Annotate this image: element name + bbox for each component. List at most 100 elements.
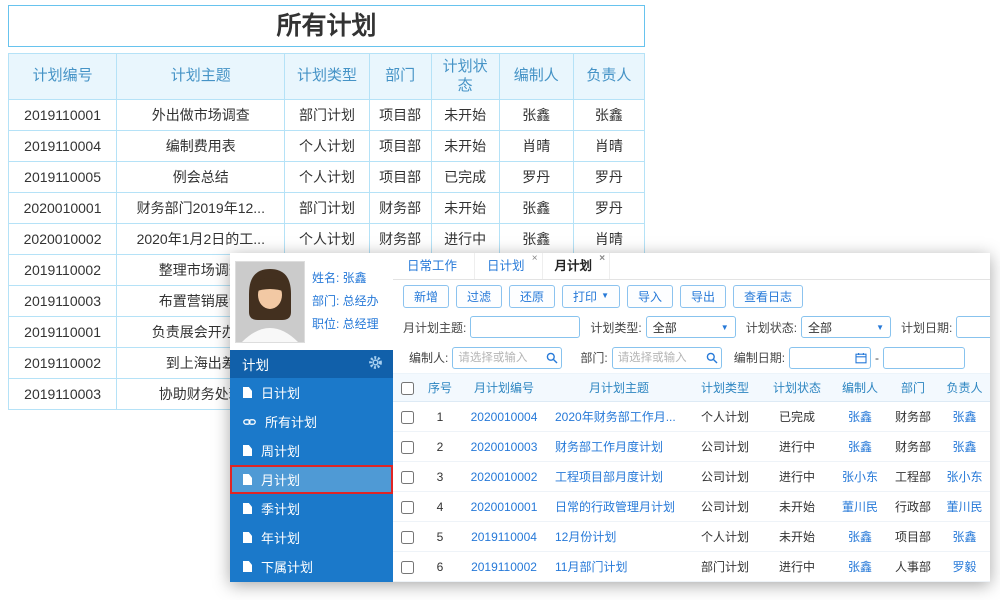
gear-icon[interactable] xyxy=(368,355,383,373)
sidebar-item-quarterly-plan[interactable]: 季计划 xyxy=(230,494,393,523)
plan-id-link[interactable]: 2019110004 xyxy=(471,530,537,544)
restore-button[interactable]: 还原 xyxy=(509,284,556,308)
search-icon[interactable] xyxy=(706,352,718,364)
owner-link[interactable]: 董川民 xyxy=(946,500,982,514)
row-checkbox[interactable] xyxy=(400,470,414,484)
plan-date-input[interactable] xyxy=(956,316,990,338)
owner-link[interactable]: 张鑫 xyxy=(952,440,976,454)
table-cell: 张鑫 xyxy=(498,192,574,224)
plan-id-link[interactable]: 2020010003 xyxy=(471,440,538,454)
table-cell: 2019110003 xyxy=(7,285,118,317)
owner-link[interactable]: 张鑫 xyxy=(952,410,976,424)
row-checkbox[interactable] xyxy=(400,410,414,424)
tab-label: 月计划 xyxy=(554,259,593,273)
table-row[interactable]: 2020010002 2020年1月2日的工... 个人计划 财务部 进行中 张鑫 肖晴 xyxy=(7,223,646,255)
profile-position: 职位: 总经理 xyxy=(312,316,379,331)
filter-button[interactable]: 过滤 xyxy=(456,284,503,308)
column-header: 计划类型 xyxy=(284,53,370,100)
plan-id-link[interactable]: 2020010002 xyxy=(471,470,538,484)
grid-row[interactable]: 6 2019110002 11月部门计划 部门计划 进行中 张鑫 人事部 罗毅 xyxy=(393,551,990,582)
close-icon[interactable]: × xyxy=(599,253,605,265)
grid-row[interactable]: 1 2020010004 2020年财务部工作月... 个人计划 已完成 张鑫 财务部 张鑫 xyxy=(393,401,990,432)
tab-monthly-plan[interactable]: 月计划 × xyxy=(543,253,611,279)
plan-type-select[interactable]: 全部 ▼ xyxy=(645,316,736,338)
plan-subject-link[interactable]: 2020年财务部工作月... xyxy=(555,410,676,424)
owner-link[interactable]: 张鑫 xyxy=(952,530,976,544)
plan-subject-cell: 日常的行政管理月计划 xyxy=(549,491,689,522)
chevron-down-icon: ▼ xyxy=(876,322,885,332)
row-checkbox[interactable] xyxy=(400,560,414,574)
search-icon[interactable] xyxy=(546,352,558,364)
table-row[interactable]: 2019110001 外出做市场调查 部门计划 项目部 未开始 张鑫 张鑫 xyxy=(7,99,646,131)
document-icon xyxy=(243,532,252,543)
calendar-icon[interactable] xyxy=(855,352,867,364)
plan-subject-link[interactable]: 12月份计划 xyxy=(555,530,616,544)
sidebar-item-weekly-plan[interactable]: 周计划 xyxy=(230,436,393,465)
column-header: 计划主题 xyxy=(116,53,286,100)
sidebar-item-subordinate-plans[interactable]: 下属计划 xyxy=(230,552,393,581)
grid-column-header: 计划类型 xyxy=(689,373,761,402)
subject-filter-input[interactable] xyxy=(470,316,581,338)
plan-id-cell: 2020010004 xyxy=(459,401,549,432)
tab-daily-plan[interactable]: 日计划 × xyxy=(475,253,543,279)
table-row[interactable]: 2019110004 编制费用表 个人计划 项目部 未开始 肖晴 肖晴 xyxy=(7,130,646,162)
creator-link[interactable]: 张小东 xyxy=(842,470,878,484)
add-button[interactable]: 新增 xyxy=(403,284,450,308)
row-checkbox[interactable] xyxy=(400,500,414,514)
plan-id-link[interactable]: 2020010004 xyxy=(471,410,538,424)
sidebar-section-plan[interactable]: 计划 xyxy=(230,350,393,378)
creator-link[interactable]: 张鑫 xyxy=(848,530,872,544)
sidebar-item-label: 日计划 xyxy=(261,386,301,401)
dept-search-field[interactable] xyxy=(611,346,722,369)
owner-link[interactable]: 罗毅 xyxy=(952,560,976,574)
plan-type-cell: 公司计划 xyxy=(689,491,761,522)
export-button[interactable]: 导出 xyxy=(680,284,727,308)
creator-link[interactable]: 董川民 xyxy=(842,500,878,514)
main-content: 日常工作 日计划 × 月计划 × 新增 过滤 还原 打印 ▼ 导入 导出 查看日志 月计划主题: 计划… xyxy=(393,253,990,582)
profile-dept: 部门: 总经办 xyxy=(312,294,379,309)
creator-search-field[interactable] xyxy=(452,346,563,369)
plan-subject-link[interactable]: 11月部门计划 xyxy=(555,560,627,574)
row-checkbox[interactable] xyxy=(400,440,414,454)
create-date-from-field[interactable] xyxy=(789,346,872,369)
sidebar-item-label: 周计划 xyxy=(261,444,301,459)
sidebar-item-monthly-plan[interactable]: 月计划 xyxy=(230,465,393,494)
plan-subject-link[interactable]: 财务部工作月度计划 xyxy=(555,440,663,454)
sidebar-menu: 日计划所有计划周计划月计划 季计划 年计划 下属计划 xyxy=(230,378,393,581)
column-header: 计划编号 xyxy=(7,53,118,100)
create-date-to-input[interactable] xyxy=(883,346,966,369)
close-icon[interactable]: × xyxy=(532,253,538,265)
table-row[interactable]: 2020010001 财务部门2019年12... 部门计划 财务部 未开始 张鑫 罗丹 xyxy=(7,192,646,224)
table-row[interactable]: 2019110005 例会总结 个人计划 项目部 已完成 罗丹 罗丹 xyxy=(7,161,646,193)
sidebar-item-annual-plan[interactable]: 年计划 xyxy=(230,523,393,552)
owner-link[interactable]: 张小东 xyxy=(946,470,982,484)
creator-link[interactable]: 张鑫 xyxy=(848,410,872,424)
row-number-cell: 4 xyxy=(421,491,459,522)
plan-id-link[interactable]: 2020010001 xyxy=(471,500,538,514)
plan-id-link[interactable]: 2019110002 xyxy=(471,560,537,574)
creator-cell: 张小东 xyxy=(833,461,887,492)
grid-row[interactable]: 5 2019110004 12月份计划 个人计划 未开始 张鑫 项目部 张鑫 xyxy=(393,521,990,552)
import-button[interactable]: 导入 xyxy=(626,284,673,308)
sidebar-item-daily-plan[interactable]: 日计划 xyxy=(230,378,393,407)
sidebar-section-label: 计划 xyxy=(242,358,269,373)
select-all-checkbox[interactable] xyxy=(400,381,414,395)
row-checkbox[interactable] xyxy=(400,530,414,544)
view-log-button[interactable]: 查看日志 xyxy=(733,284,804,308)
owner-cell: 张鑫 xyxy=(939,431,990,462)
grid-row[interactable]: 2 2020010003 财务部工作月度计划 公司计划 进行中 张鑫 财务部 张鑫 xyxy=(393,431,990,462)
creator-link[interactable]: 张鑫 xyxy=(848,560,872,574)
creator-link[interactable]: 张鑫 xyxy=(848,440,872,454)
grid-row[interactable]: 4 2020010001 日常的行政管理月计划 公司计划 未开始 董川民 行政部 董川民 xyxy=(393,491,990,522)
sidebar-item-all-plans[interactable]: 所有计划 xyxy=(230,407,393,436)
plan-subject-link[interactable]: 工程项目部月度计划 xyxy=(555,470,663,484)
print-button[interactable]: 打印 ▼ xyxy=(562,284,620,308)
tab-daily-work[interactable]: 日常工作 xyxy=(395,253,476,279)
plan-subject-link[interactable]: 日常的行政管理月计划 xyxy=(555,500,675,514)
owner-cell: 张鑫 xyxy=(939,401,990,432)
table-cell: 2019110002 xyxy=(7,254,118,286)
grid-row[interactable]: 3 2020010002 工程项目部月度计划 公司计划 进行中 张小东 工程部 张小东 xyxy=(393,461,990,492)
grid-column-header: 月计划主题 xyxy=(549,373,689,402)
plan-status-select[interactable]: 全部 ▼ xyxy=(801,316,892,338)
creator-cell: 张鑫 xyxy=(833,551,887,582)
